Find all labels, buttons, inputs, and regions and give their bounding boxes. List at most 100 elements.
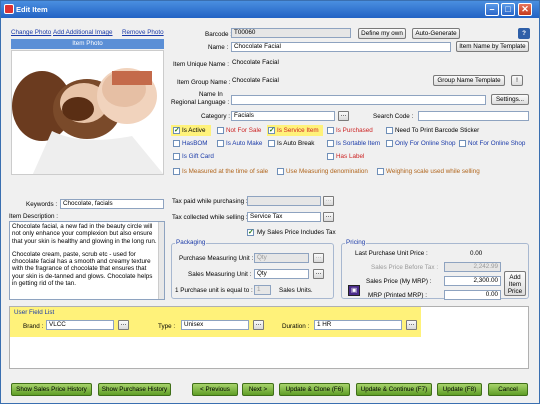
purchase-unit-input[interactable]: Qty <box>254 253 309 263</box>
not-online-checkbox[interactable] <box>459 140 466 147</box>
before-tax-label: Sales Price Before Tax : <box>371 264 439 271</box>
close-button[interactable]: ✕ <box>518 3 532 16</box>
use-measuring-checkbox[interactable] <box>277 168 284 175</box>
unit-equal-label: 1 Purchase unit is equal to : <box>175 287 253 294</box>
edit-item-window: Edit Item – □ ✕ Change Photo Add Additio… <box>0 0 540 404</box>
is-auto-make-checkbox[interactable] <box>217 140 224 147</box>
remove-photo-link[interactable]: Remove Photo <box>122 29 164 36</box>
keywords-input[interactable]: Chocolate, facials <box>60 199 164 209</box>
description-scrollbar[interactable] <box>158 222 164 299</box>
help-icon[interactable]: ? <box>518 28 530 39</box>
tax-paid-input[interactable] <box>247 196 321 206</box>
is-service-item-label: Is Service Item <box>277 127 319 134</box>
group-name-label: Item Group Name : <box>177 79 231 86</box>
tax-paid-browse-button[interactable]: ... <box>323 196 334 206</box>
my-mrp-input[interactable]: 2,300.00 <box>444 276 501 286</box>
barcode-label: Barcode : <box>205 31 232 38</box>
update-button[interactable]: Update (F8) <box>437 383 482 396</box>
not-for-sale-checkbox[interactable] <box>217 127 224 134</box>
unique-name-label: Item Unique Name : <box>173 61 229 68</box>
description-textarea[interactable]: Chocolate facial, a new fad in the beaut… <box>9 221 165 300</box>
regional-label-2: Regional Language : <box>171 99 230 106</box>
is-service-item-checkbox[interactable] <box>268 126 275 134</box>
update-continue-button[interactable]: Update & Continue (F7) <box>356 383 432 396</box>
description-paragraph: Chocolate facial, a new fad in the beaut… <box>12 223 157 245</box>
name-template-button[interactable]: Item Name by Template <box>456 41 529 52</box>
last-purchase-label: Last Purchase Unit Price : <box>355 250 428 257</box>
is-gift-card-label: Is Gift Card <box>182 153 214 160</box>
type-input[interactable]: Unisex <box>181 320 249 330</box>
photo-header: Item Photo <box>11 39 164 49</box>
cancel-button[interactable]: Cancel <box>488 383 528 396</box>
not-for-sale-label: Not For Sale <box>226 127 262 134</box>
group-name-value: Chocolate Facial <box>232 77 279 84</box>
sales-unit-input[interactable]: Qty <box>254 269 309 279</box>
group-name-template-button[interactable]: Group Name Template <box>433 75 505 86</box>
is-active-checkbox[interactable] <box>173 126 180 134</box>
weighing-label: Weighing scale used while selling <box>386 168 480 175</box>
tax-collected-label: Tax collected while selling : <box>172 214 248 221</box>
is-purchased-checkbox[interactable] <box>327 127 334 134</box>
add-item-price-button[interactable]: Add Item Price <box>504 271 526 296</box>
brand-browse-button[interactable]: ... <box>118 320 129 330</box>
duration-input[interactable]: 1 HR <box>314 320 402 330</box>
purchase-unit-label: Purchase Measuring Unit : <box>179 255 254 262</box>
includes-tax-label: My Sales Price Includes Tax <box>257 229 336 236</box>
sales-price-history-button[interactable]: Show Sales Price History <box>11 383 92 396</box>
sales-unit-browse-button[interactable]: ... <box>313 269 324 279</box>
is-gift-card-checkbox[interactable] <box>173 153 180 160</box>
sales-units-label: Sales Units. <box>279 287 313 294</box>
category-browse-button[interactable]: ... <box>338 111 349 121</box>
add-image-link[interactable]: Add Additional Image <box>53 29 113 36</box>
measured-checkbox[interactable] <box>173 168 180 175</box>
need-barcode-checkbox[interactable] <box>386 127 393 134</box>
is-purchased-label: Is Purchased <box>336 127 373 134</box>
before-tax-input[interactable]: 2,242.99 <box>444 262 501 272</box>
window-title: Edit Item <box>16 5 48 14</box>
has-label-checkbox[interactable] <box>327 153 334 160</box>
only-online-checkbox[interactable] <box>386 140 393 147</box>
barcode-input[interactable]: T00060 <box>231 28 351 38</box>
unique-name-value: Chocolate Facial <box>232 59 279 66</box>
purchase-unit-browse-button[interactable]: ... <box>313 253 324 263</box>
regional-name-input[interactable] <box>231 95 486 105</box>
update-clone-button[interactable]: Update & Clone (F6) <box>279 383 350 396</box>
name-input[interactable]: Chocolate Facial <box>231 42 451 52</box>
only-online-label: Only For Online Shop <box>395 140 456 147</box>
search-code-label: Search Code : <box>373 113 414 120</box>
brand-input[interactable]: VLCC <box>46 320 114 330</box>
sales-unit-label: Sales Measuring Unit : <box>188 271 252 278</box>
weighing-checkbox[interactable] <box>377 168 384 175</box>
previous-button[interactable]: < Previous <box>192 383 238 396</box>
define-own-button[interactable]: Define my own <box>358 28 406 39</box>
settings-button[interactable]: Settings... <box>491 94 529 105</box>
group-name-info-button[interactable]: ! <box>511 75 523 86</box>
auto-generate-button[interactable]: Auto-Generate <box>412 28 460 39</box>
is-active-label: Is Active <box>182 127 206 134</box>
is-auto-break-label: Is Auto Break <box>277 140 315 147</box>
name-label: Name : <box>208 44 229 51</box>
duration-browse-button[interactable]: ... <box>406 320 417 330</box>
category-input[interactable]: Facials <box>231 111 335 121</box>
next-button[interactable]: Next > <box>242 383 274 396</box>
purchase-history-button[interactable]: Show Purchase History <box>98 383 171 396</box>
last-purchase-value: 0.00 <box>470 250 483 257</box>
has-bom-checkbox[interactable] <box>173 140 180 147</box>
is-auto-break-checkbox[interactable] <box>268 140 275 147</box>
printed-mrp-input[interactable]: 0.00 <box>444 290 501 300</box>
change-photo-link[interactable]: Change Photo <box>11 29 51 36</box>
minimize-button[interactable]: – <box>485 3 499 16</box>
tax-collected-browse-button[interactable]: ... <box>323 212 334 222</box>
price-edit-icon[interactable]: ▣ <box>348 285 360 296</box>
printed-mrp-label: MRP (Printed MRP) : <box>368 292 428 299</box>
maximize-button[interactable]: □ <box>501 3 515 16</box>
pricing-title: Pricing <box>345 239 367 246</box>
search-code-input[interactable] <box>418 111 529 121</box>
tax-collected-input[interactable]: Service Tax <box>247 212 321 222</box>
includes-tax-checkbox[interactable] <box>247 228 254 236</box>
description-label: Item Description : <box>9 213 58 220</box>
unit-equal-input[interactable]: 1 <box>254 285 271 295</box>
is-sortable-checkbox[interactable] <box>327 140 334 147</box>
description-paragraph: Chocolate cream, paste, scrub etc - used… <box>12 250 153 288</box>
type-browse-button[interactable]: ... <box>253 320 264 330</box>
